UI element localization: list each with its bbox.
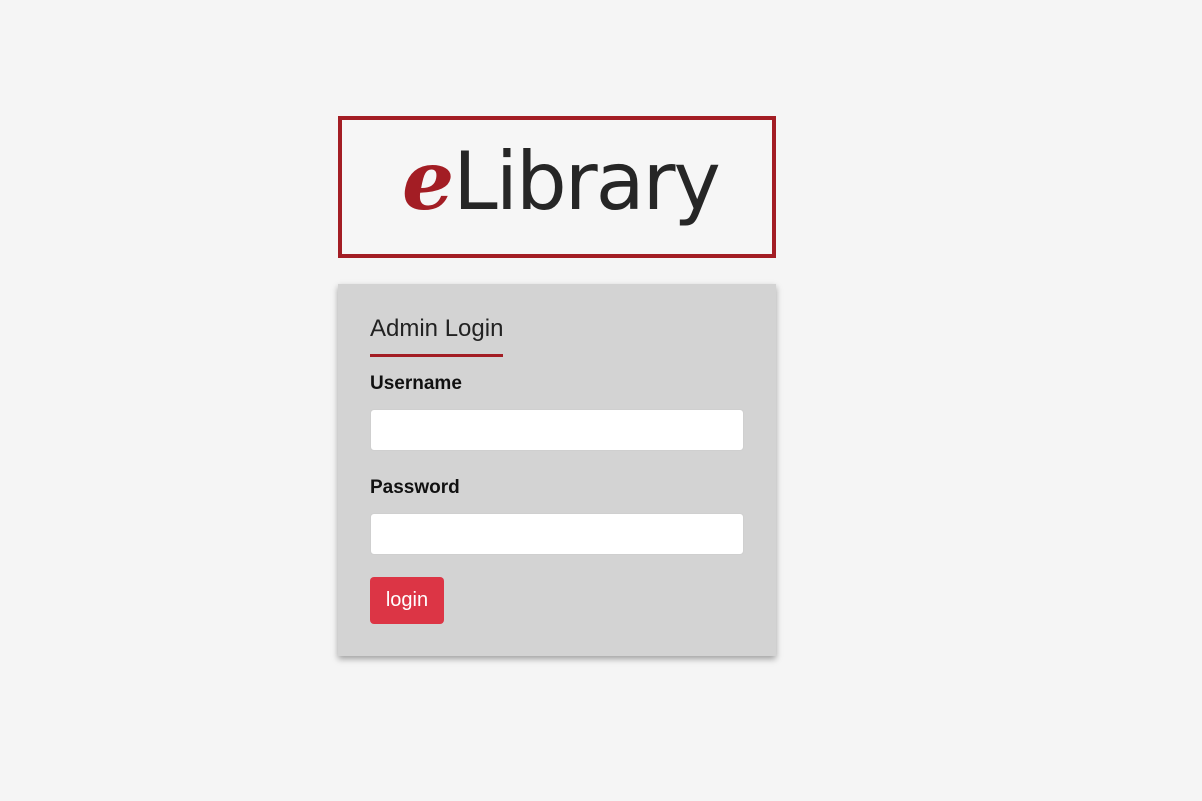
elibrary-logo: eLibrary [338, 116, 776, 258]
logo-wordmark: eLibrary [402, 128, 721, 234]
username-label: Username [370, 373, 462, 394]
password-label: Password [370, 477, 460, 498]
login-title: Admin Login [370, 314, 504, 357]
password-input[interactable] [370, 513, 744, 555]
logo-name: Library [453, 135, 721, 228]
login-button[interactable]: login [370, 577, 444, 624]
admin-login-card: Admin Login Username Password login [338, 284, 776, 656]
logo-prefix: e [402, 133, 454, 229]
username-input[interactable] [370, 409, 744, 451]
